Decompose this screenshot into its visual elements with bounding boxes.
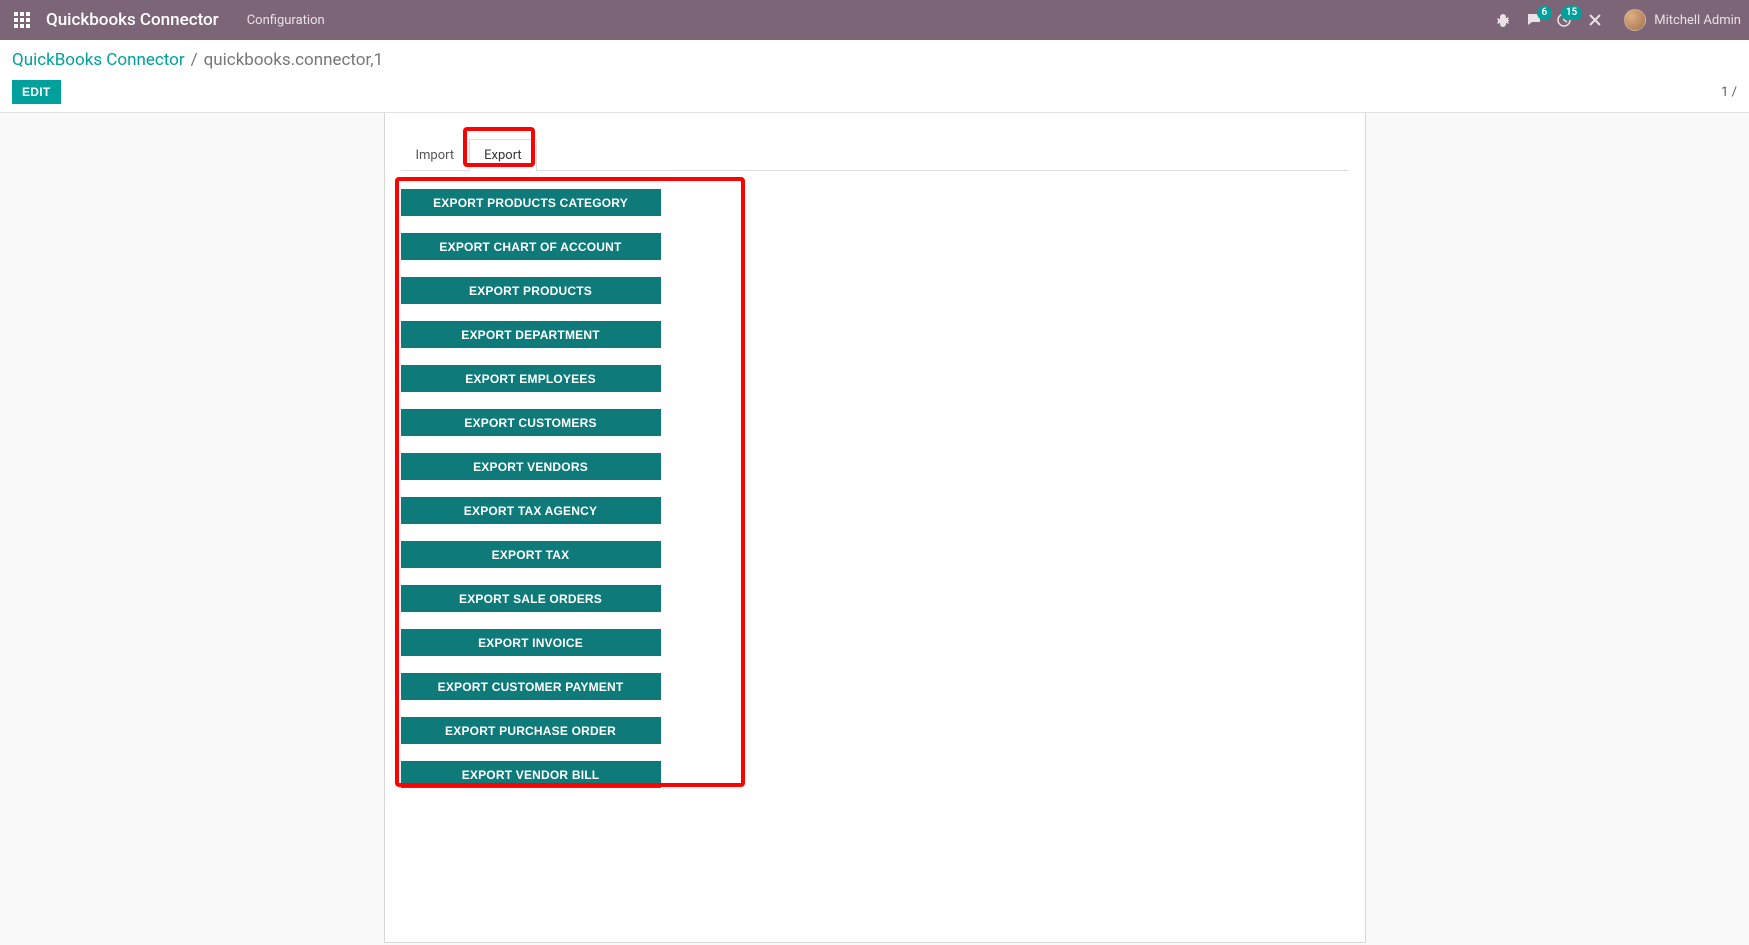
close-icon[interactable] xyxy=(1586,11,1604,29)
apps-menu-icon[interactable] xyxy=(8,6,36,34)
menu-configuration[interactable]: Configuration xyxy=(247,13,325,28)
export-products-category-button[interactable]: EXPORT PRODUCTS CATEGORY xyxy=(401,189,661,216)
app-title[interactable]: Quickbooks Connector xyxy=(46,10,219,30)
form-sheet: Import Export EXPORT PRODUCTS CATEGORY E… xyxy=(384,113,1366,943)
pager[interactable]: 1 / xyxy=(1721,85,1737,100)
avatar xyxy=(1624,9,1646,31)
activities-badge: 15 xyxy=(1561,6,1582,20)
topbar: Quickbooks Connector Configuration 6 15 … xyxy=(0,0,1749,40)
export-buttons: EXPORT PRODUCTS CATEGORY EXPORT CHART OF… xyxy=(401,171,661,788)
breadcrumb-separator: / xyxy=(191,50,198,70)
bug-icon[interactable] xyxy=(1494,11,1512,29)
export-invoice-button[interactable]: EXPORT INVOICE xyxy=(401,629,661,656)
export-chart-of-account-button[interactable]: EXPORT CHART OF ACCOUNT xyxy=(401,233,661,260)
tab-export[interactable]: Export xyxy=(469,139,537,171)
export-customer-payment-button[interactable]: EXPORT CUSTOMER PAYMENT xyxy=(401,673,661,700)
export-vendors-button[interactable]: EXPORT VENDORS xyxy=(401,453,661,480)
breadcrumb-root[interactable]: QuickBooks Connector xyxy=(12,50,185,70)
activities-icon[interactable]: 15 xyxy=(1556,12,1572,28)
messages-badge: 6 xyxy=(1537,6,1553,20)
tabs: Import Export xyxy=(401,139,1349,171)
edit-button[interactable]: EDIT xyxy=(12,80,61,104)
control-panel: QuickBooks Connector / quickbooks.connec… xyxy=(0,40,1749,113)
export-tax-button[interactable]: EXPORT TAX xyxy=(401,541,661,568)
export-sale-orders-button[interactable]: EXPORT SALE ORDERS xyxy=(401,585,661,612)
breadcrumb-current: quickbooks.connector,1 xyxy=(204,50,384,70)
export-employees-button[interactable]: EXPORT EMPLOYEES xyxy=(401,365,661,392)
export-customers-button[interactable]: EXPORT CUSTOMERS xyxy=(401,409,661,436)
export-products-button[interactable]: EXPORT PRODUCTS xyxy=(401,277,661,304)
messages-icon[interactable]: 6 xyxy=(1526,12,1542,28)
tab-import[interactable]: Import xyxy=(401,139,470,171)
export-vendor-bill-button[interactable]: EXPORT VENDOR BILL xyxy=(401,761,661,788)
export-purchase-order-button[interactable]: EXPORT PURCHASE ORDER xyxy=(401,717,661,744)
user-menu[interactable]: Mitchell Admin xyxy=(1624,9,1741,31)
breadcrumb: QuickBooks Connector / quickbooks.connec… xyxy=(12,50,1737,70)
user-name: Mitchell Admin xyxy=(1654,13,1741,28)
export-tax-agency-button[interactable]: EXPORT TAX AGENCY xyxy=(401,497,661,524)
export-department-button[interactable]: EXPORT DEPARTMENT xyxy=(401,321,661,348)
